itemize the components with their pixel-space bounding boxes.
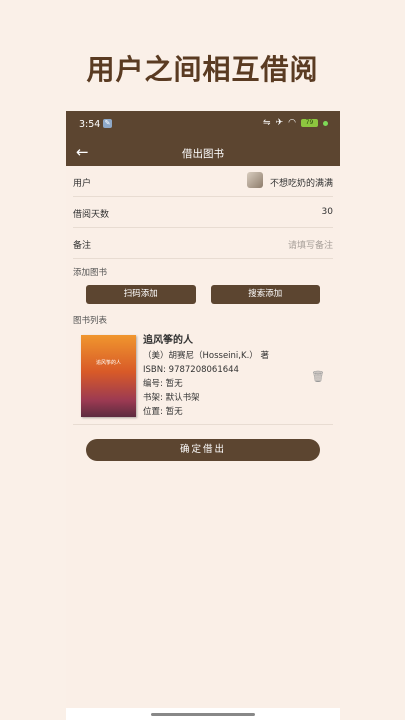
user-label: 用户 <box>73 179 92 189</box>
list-item[interactable]: 追风筝的人 追风筝的人 （美）胡赛尼（Hosseini,K.） 著 ISBN: … <box>73 332 333 425</box>
battery-icon: 79 <box>301 119 318 127</box>
book-number: 编号: 暂无 <box>143 379 183 389</box>
confirm-lend-button[interactable]: 确定借出 <box>86 439 320 461</box>
phone-screen: 3:54 ✎ ⇋ ✈ ◠ 79 ← 借出图书 用户 不想吃奶的满满 借阅天数 3… <box>66 111 340 720</box>
vibrate-icon: ⇋ <box>263 118 271 128</box>
book-list-label: 图书列表 <box>73 316 108 326</box>
note-field[interactable]: 请填写备注 <box>288 238 333 251</box>
navigation-bar <box>66 708 340 720</box>
app-indicator-icon: ✎ <box>103 119 112 128</box>
user-value: 不想吃奶的满满 <box>269 179 333 189</box>
days-row[interactable]: 借阅天数 30 <box>73 197 333 228</box>
book-isbn: ISBN: 9787208061644 <box>143 365 239 375</box>
search-add-button[interactable]: 搜索添加 <box>210 285 320 304</box>
note-label: 备注 <box>73 241 92 251</box>
add-book-label: 添加图书 <box>73 268 108 278</box>
days-value: 30 <box>321 207 333 217</box>
book-shelf: 书架: 默认书架 <box>143 393 200 403</box>
app-bar: ← 借出图书 <box>66 139 340 166</box>
airplane-icon: ✈ <box>275 118 284 128</box>
page-title: 借出图书 <box>182 148 224 160</box>
status-dot-icon <box>323 120 328 126</box>
status-time: 3:54 <box>79 119 101 130</box>
book-cover: 追风筝的人 <box>81 335 136 417</box>
days-label: 借阅天数 <box>73 210 110 220</box>
wifi-icon: ◠ <box>288 118 296 128</box>
user-row[interactable]: 用户 不想吃奶的满满 <box>73 166 333 197</box>
note-row[interactable]: 备注 请填写备注 <box>73 228 333 259</box>
book-title: 追风筝的人 <box>143 335 193 346</box>
scan-add-button[interactable]: 扫码添加 <box>86 285 196 304</box>
headline: 用户之间相互借阅 <box>86 53 319 86</box>
trash-icon[interactable]: 🗑 <box>311 370 325 383</box>
avatar <box>247 172 263 188</box>
book-location: 位置: 暂无 <box>143 407 183 417</box>
book-author: （美）胡赛尼（Hosseini,K.） 著 <box>143 351 269 361</box>
home-indicator[interactable] <box>151 713 255 716</box>
status-bar: 3:54 ✎ ⇋ ✈ ◠ 79 <box>66 111 340 139</box>
